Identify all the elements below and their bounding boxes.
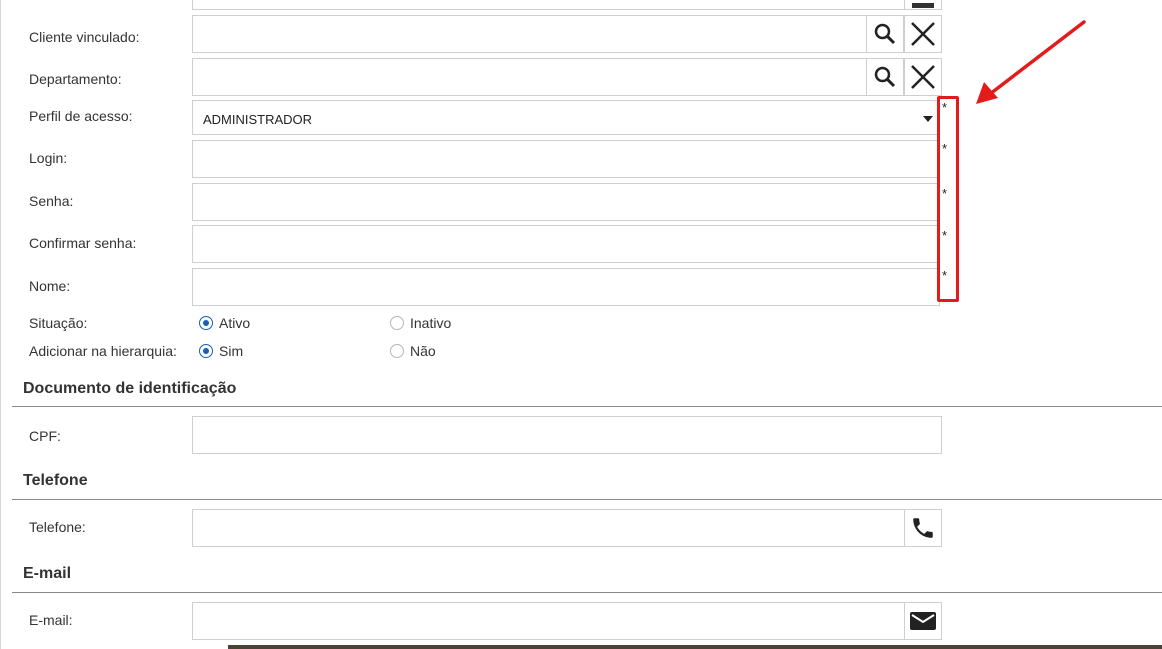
login-label: Login:: [29, 150, 68, 166]
bottom-edge: [228, 645, 1162, 649]
hierarquia-sim-option[interactable]: Sim: [199, 343, 243, 359]
telefone-label: Telefone:: [29, 519, 86, 535]
confirmar-senha-label: Confirmar senha:: [29, 235, 137, 251]
cpf-label: CPF:: [29, 428, 61, 444]
section-title-documento: Documento de identificação: [23, 380, 237, 397]
partial-field-button[interactable]: [904, 0, 942, 10]
perfil-acesso-select[interactable]: ADMINISTRADOR: [192, 100, 940, 135]
cliente-vinculado-label: Cliente vinculado:: [29, 29, 140, 45]
search-icon: [874, 23, 896, 45]
inativo-label: Inativo: [410, 315, 452, 331]
nao-label: Não: [410, 343, 436, 359]
situacao-label: Situação:: [29, 315, 88, 331]
departamento-label: Departamento:: [29, 71, 122, 87]
perfil-acesso-label: Perfil de acesso:: [29, 108, 133, 124]
departamento-search-button[interactable]: [866, 58, 904, 96]
departamento-clear-button[interactable]: [904, 58, 942, 96]
envelope-icon: [910, 612, 936, 630]
login-input[interactable]: [192, 140, 940, 178]
partial-input-field[interactable]: [192, 0, 942, 10]
required-fields-highlight: [937, 96, 959, 302]
caret-down-icon: [923, 116, 933, 122]
section-divider: [12, 592, 1162, 593]
hierarquia-nao-option[interactable]: Não: [390, 343, 436, 359]
cliente-search-button[interactable]: [866, 15, 904, 53]
phone-icon: [913, 518, 933, 538]
radio-ativo[interactable]: [199, 316, 213, 330]
radio-inativo[interactable]: [390, 316, 404, 330]
senha-input[interactable]: [192, 183, 940, 221]
close-icon: [911, 65, 935, 89]
cliente-clear-button[interactable]: [904, 15, 942, 53]
section-title-email: E-mail: [23, 565, 72, 582]
search-icon: [874, 66, 896, 88]
departamento-input[interactable]: [192, 58, 868, 96]
calendar-icon: [912, 3, 934, 8]
telefone-button[interactable]: [904, 509, 942, 547]
page-left-border: [0, 0, 1, 649]
section-title-telefone: Telefone: [23, 472, 88, 489]
cliente-vinculado-input[interactable]: [192, 15, 868, 53]
email-label: E-mail:: [29, 612, 73, 628]
senha-label: Senha:: [29, 193, 74, 209]
telefone-input[interactable]: [192, 509, 905, 547]
close-icon: [911, 22, 935, 46]
radio-sim[interactable]: [199, 344, 213, 358]
hierarquia-label: Adicionar na hierarquia:: [29, 343, 177, 359]
sim-label: Sim: [219, 343, 244, 359]
radio-nao[interactable]: [390, 344, 404, 358]
situacao-inativo-option[interactable]: Inativo: [390, 315, 451, 331]
email-input[interactable]: [192, 602, 905, 640]
perfil-acesso-value: ADMINISTRADOR: [203, 112, 313, 127]
red-arrow-annotation: [976, 20, 1086, 104]
nome-label: Nome:: [29, 278, 71, 294]
confirmar-senha-input[interactable]: [192, 225, 940, 263]
section-divider: [12, 499, 1162, 500]
cpf-input[interactable]: [192, 416, 942, 454]
nome-input[interactable]: [192, 268, 940, 306]
email-button[interactable]: [904, 602, 942, 640]
situacao-ativo-option[interactable]: Ativo: [199, 315, 250, 331]
section-divider: [12, 406, 1162, 407]
ativo-label: Ativo: [219, 315, 251, 331]
